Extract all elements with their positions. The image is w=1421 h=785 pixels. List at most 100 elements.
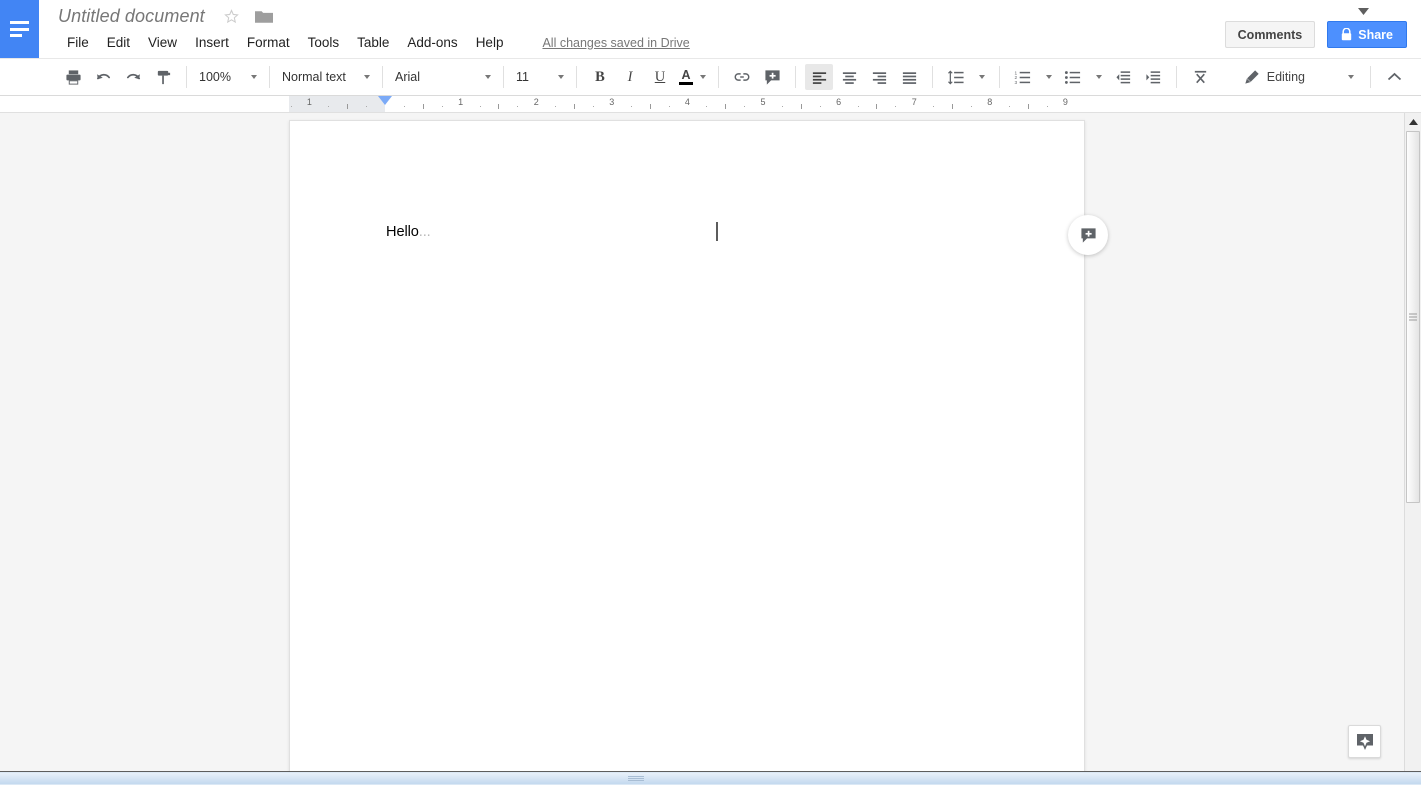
left-indent-marker[interactable] [378, 96, 392, 105]
toolbar-divider [382, 66, 383, 88]
star-outline-icon[interactable] [223, 8, 240, 25]
document-title[interactable]: Untitled document [58, 6, 205, 27]
chevron-down-icon [485, 75, 491, 79]
menu-item-addons[interactable]: Add-ons [398, 32, 466, 53]
editing-mode-dropdown[interactable]: Editing [1236, 64, 1362, 90]
undo-button[interactable] [89, 64, 117, 90]
ruler-number: 1 [458, 97, 463, 107]
ruler-number: 9 [1063, 97, 1068, 107]
ruler-dot [858, 106, 859, 107]
toolbar-divider [1176, 66, 1177, 88]
collapse-toolbar-button[interactable] [1380, 64, 1408, 90]
paragraph-style-dropdown[interactable]: Normal text [278, 64, 374, 90]
ruler-left-margin [289, 96, 385, 113]
document-text-run: Hello [386, 224, 419, 240]
title-row: Untitled document [58, 6, 273, 27]
menu-item-tools[interactable]: Tools [299, 32, 349, 53]
save-status-link[interactable]: All changes saved in Drive [542, 36, 689, 50]
ruler-number: 5 [760, 97, 765, 107]
chevron-up-icon [1387, 72, 1402, 82]
menu-item-format[interactable]: Format [238, 32, 299, 53]
menu-item-table[interactable]: Table [348, 32, 398, 53]
explore-button[interactable] [1348, 725, 1381, 758]
docs-logo-button[interactable] [0, 0, 39, 58]
share-button-label: Share [1358, 28, 1393, 42]
ruler-number: 3 [609, 97, 614, 107]
pencil-icon [1244, 69, 1260, 85]
print-button[interactable] [59, 64, 87, 90]
menu-item-help[interactable]: Help [467, 32, 513, 53]
line-spacing-button[interactable] [942, 64, 970, 90]
document-text-trailing: ... [419, 224, 431, 240]
ruler-tick [801, 104, 802, 109]
clear-formatting-button[interactable] [1186, 64, 1214, 90]
line-spacing-chevron-down-icon[interactable] [979, 75, 985, 79]
ruler-dot [820, 106, 821, 107]
add-comment-fab[interactable] [1068, 215, 1108, 255]
ruler-dot [895, 106, 896, 107]
italic-label: I [628, 69, 633, 86]
comments-button[interactable]: Comments [1225, 21, 1316, 48]
font-size-label: 11 [516, 70, 529, 84]
align-center-button[interactable] [835, 64, 863, 90]
document-page[interactable]: Hello... [289, 120, 1085, 771]
scroll-thumb-grip [628, 775, 644, 780]
insert-comment-button[interactable] [758, 64, 786, 90]
decrease-indent-button[interactable] [1109, 64, 1137, 90]
bulleted-list-chevron-down-icon[interactable] [1096, 75, 1102, 79]
menu-item-insert[interactable]: Insert [186, 32, 238, 53]
share-button[interactable]: Share [1327, 21, 1407, 48]
document-canvas[interactable]: Hello... [0, 113, 1404, 771]
folder-icon[interactable] [255, 9, 273, 24]
horizontal-scroll-thumb[interactable] [0, 773, 1421, 784]
underline-button[interactable]: U [646, 64, 674, 90]
zoom-dropdown[interactable]: 100% [195, 64, 261, 90]
chevron-down-icon[interactable] [1358, 8, 1369, 15]
ruler-dot [404, 106, 405, 107]
menu-item-edit[interactable]: Edit [98, 32, 139, 53]
bold-button[interactable]: B [586, 64, 614, 90]
numbered-list-icon: 1 2 3 [1014, 69, 1032, 86]
toolbar-divider [795, 66, 796, 88]
numbered-list-chevron-down-icon[interactable] [1046, 75, 1052, 79]
ruler-track[interactable]: 1123456789 [289, 96, 1085, 113]
italic-button[interactable]: I [616, 64, 644, 90]
align-justify-button[interactable] [895, 64, 923, 90]
bulleted-list-button[interactable] [1059, 64, 1087, 90]
horizontal-scrollbar[interactable] [0, 771, 1421, 785]
increase-indent-button[interactable] [1139, 64, 1167, 90]
text-color-chevron-down-icon[interactable] [700, 75, 706, 79]
text-color-swatch [679, 82, 693, 85]
font-size-dropdown[interactable]: 11 [512, 64, 568, 90]
text-color-button[interactable]: A [676, 64, 696, 90]
toolbar-divider [718, 66, 719, 88]
triangle-up-icon [1409, 119, 1418, 125]
insert-link-button[interactable] [728, 64, 756, 90]
ruler-number: 2 [534, 97, 539, 107]
vertical-scrollbar[interactable] [1404, 113, 1421, 771]
increase-indent-icon [1145, 69, 1162, 86]
toolbar-divider [999, 66, 1000, 88]
ruler-number: 1 [307, 97, 312, 107]
numbered-list-button[interactable]: 1 2 3 [1009, 64, 1037, 90]
svg-text:3: 3 [1015, 80, 1018, 86]
paint-format-button[interactable] [149, 64, 177, 90]
toolbar-divider [269, 66, 270, 88]
comment-plus-icon [1080, 227, 1097, 244]
menu-item-view[interactable]: View [139, 32, 186, 53]
horizontal-ruler[interactable]: 1123456789 [0, 96, 1421, 113]
ruler-dot [442, 106, 443, 107]
align-left-button[interactable] [805, 64, 833, 90]
align-right-button[interactable] [865, 64, 893, 90]
ruler-tick [423, 104, 424, 109]
toolbar-divider [186, 66, 187, 88]
vertical-scroll-thumb[interactable] [1406, 131, 1420, 503]
menu-item-file[interactable]: File [58, 32, 98, 53]
font-family-dropdown[interactable]: Arial [391, 64, 495, 90]
scroll-up-button[interactable] [1405, 113, 1421, 130]
ruler-tick [1028, 104, 1029, 109]
menu-bar: File Edit View Insert Format Tools Table… [58, 32, 690, 53]
redo-button[interactable] [119, 64, 147, 90]
document-body-text[interactable]: Hello... [386, 224, 431, 240]
text-color-label: A [681, 69, 690, 81]
